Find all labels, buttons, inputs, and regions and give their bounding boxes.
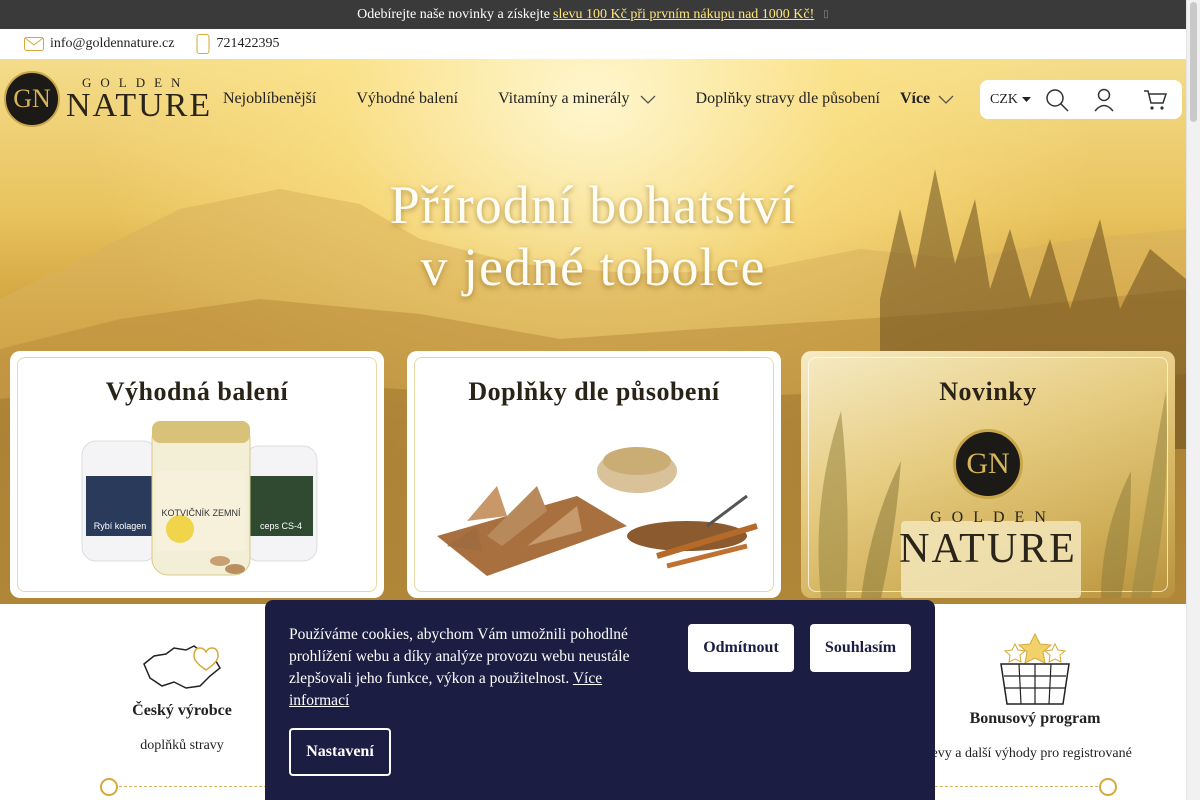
nav-label: Vitamíny a minerály (498, 90, 630, 107)
feature-bonus: Bonusový program slevy a další výhody pr… (920, 632, 1150, 762)
feature-title: Český výrobce (132, 702, 232, 719)
cart-icon[interactable] (1143, 89, 1167, 111)
currency-value: CZK (990, 91, 1018, 107)
chevron-down-icon (938, 95, 954, 104)
phone-icon (196, 34, 210, 54)
user-icon[interactable] (1093, 88, 1115, 112)
nav-label: Nejoblíbenější (223, 90, 317, 107)
timeline-dot (100, 778, 118, 796)
site-logo[interactable]: GN GOLDEN NATURE (4, 71, 212, 127)
page-scrollbar[interactable] (1186, 0, 1200, 800)
jar-label-collagen: Rybí kolagen (94, 521, 147, 531)
feature-title: Bonusový program (969, 710, 1101, 727)
hero-title-line2: v jedné tobolce (420, 237, 766, 297)
hero-title: Přírodní bohatství v jedné tobolce (0, 174, 1186, 298)
contact-email-text: info@goldennature.cz (50, 36, 175, 51)
promo-text: Odebírejte naše novinky a získejte (357, 6, 550, 22)
promo-bar: Odebírejte naše novinky a získejte slevu… (0, 0, 1186, 29)
brand-monogram-circle: GN (953, 429, 1023, 499)
product-jars-image: Rybí kolagen ceps CS-4 KOTVIČNÍK ZEMNÍ (81, 421, 318, 576)
jar-label-tribulus: KOTVIČNÍK ZEMNÍ (161, 508, 241, 518)
contact-phone[interactable]: 721422395 (196, 34, 279, 54)
brand-golden: GOLDEN (930, 509, 1056, 526)
category-card-bundles[interactable]: Výhodná balení Rybí kolagen ceps CS-4 KO… (10, 351, 384, 598)
logo-nature: NATURE (66, 86, 213, 124)
card-title: Doplňky dle působení (468, 377, 720, 406)
cookie-settings-button[interactable]: Nastavení (289, 728, 391, 776)
cookie-accept-button[interactable]: Souhlasím (810, 624, 911, 672)
nav-label: Výhodné balení (356, 90, 459, 107)
contact-phone-text: 721422395 (216, 36, 280, 51)
feature-subtitle: slevy a další výhody pro registrované (922, 746, 1132, 761)
nav-item-supplements[interactable]: Doplňky stravy dle působení (696, 90, 880, 108)
cookie-reject-button[interactable]: Odmítnout (688, 624, 794, 672)
category-card-effects[interactable]: Doplňky dle působení (407, 351, 781, 598)
main-nav: Nejoblíbenější Výhodné balení Vitamíny a… (223, 90, 954, 108)
feature-czech: Český výrobce doplňků stravy (82, 642, 282, 754)
brand-nature: NATURE (899, 526, 1077, 572)
nav-label: Doplňky stravy dle působení (695, 90, 880, 107)
nav-item-more[interactable]: Více (900, 90, 954, 108)
hero-title-line1: Přírodní bohatství (389, 175, 797, 235)
scrollbar-thumb[interactable] (1190, 2, 1197, 122)
czech-map-heart-icon (143, 645, 221, 689)
chevron-down-icon (640, 95, 655, 104)
feature-subtitle: doplňků stravy (140, 738, 224, 753)
nav-item-vitamins[interactable]: Vitamíny a minerály (498, 90, 655, 108)
jar-label-cordyceps: ceps CS-4 (260, 521, 302, 531)
contact-bar: info@goldennature.cz 721422395 (0, 29, 1186, 59)
basket-stars-icon (1000, 632, 1070, 705)
timeline-dot (1099, 778, 1117, 796)
header-tools: CZK (980, 80, 1182, 119)
search-icon[interactable] (1045, 88, 1069, 112)
logo-monogram: GN (4, 71, 60, 127)
card-title: Výhodná balení (105, 377, 289, 406)
brand-monogram: GN (966, 447, 1010, 480)
currency-select[interactable]: CZK (990, 92, 1031, 108)
nav-item-bundles[interactable]: Výhodné balení (356, 90, 458, 108)
cookie-banner: Používáme cookies, abychom Vám umožnili … (265, 600, 935, 800)
nav-item-favorites[interactable]: Nejoblíbenější (223, 90, 316, 108)
envelope-icon (24, 37, 44, 51)
promo-link[interactable]: slevu 100 Kč při prvním nákupu nad 1000 … (553, 7, 814, 23)
nav-label: Více (899, 90, 931, 107)
contact-email[interactable]: info@goldennature.cz (24, 36, 174, 52)
card-brand-logo: GN GOLDEN NATURE (801, 429, 1175, 571)
cookie-text: Používáme cookies, abychom Vám umožnili … (289, 624, 659, 712)
category-card-new[interactable]: Novinky GN GOLDEN NATURE (801, 351, 1175, 598)
caret-down-icon (1022, 97, 1031, 102)
herbs-image (437, 447, 758, 576)
promo-close-icon[interactable]: ▯ (823, 9, 829, 20)
